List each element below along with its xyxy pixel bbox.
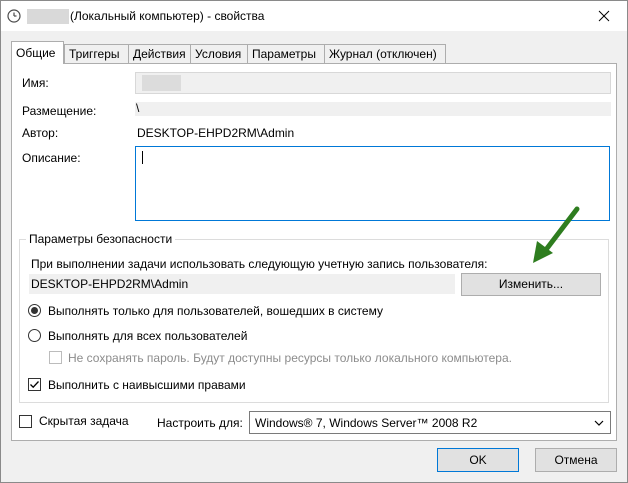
title-bar: (Локальный компьютер) - свойства	[1, 1, 627, 31]
location-field	[135, 102, 611, 116]
name-redacted	[142, 75, 181, 91]
green-arrow-icon	[533, 206, 580, 263]
close-button[interactable]	[581, 1, 627, 31]
change-user-button[interactable]: Изменить...	[461, 273, 601, 296]
tab-triggers[interactable]: Триггеры	[64, 44, 129, 63]
task-properties-window: (Локальный компьютер) - свойства Общие Т…	[0, 0, 628, 483]
account-value: DESKTOP-EHPD2RM\Admin	[31, 277, 189, 291]
author-label: Автор:	[22, 126, 59, 140]
hidden-task-checkbox[interactable]	[19, 415, 32, 428]
ok-button[interactable]: OK	[437, 448, 519, 472]
tab-history[interactable]: Журнал (отключен)	[324, 44, 446, 63]
configure-for-label: Настроить для:	[157, 416, 243, 430]
configure-for-select[interactable]: Windows® 7, Windows Server™ 2008 R2	[249, 411, 611, 434]
no-store-password-label: Не сохранять пароль. Будут доступны ресу…	[68, 351, 512, 365]
security-group-title: Параметры безопасности	[26, 232, 176, 246]
task-name-redacted	[27, 9, 69, 24]
checkmark-icon	[30, 381, 39, 389]
hidden-task-label: Скрытая задача	[39, 414, 129, 428]
description-label: Описание:	[22, 151, 81, 165]
highest-privileges-label: Выполнить с наивысшими правами	[48, 378, 246, 392]
location-value: \	[136, 101, 140, 115]
radio-selected-dot	[31, 307, 38, 314]
configure-for-value: Windows® 7, Windows Server™ 2008 R2	[255, 416, 478, 430]
radio-logged-on-label: Выполнять только для пользователей, воше…	[48, 304, 383, 318]
radio-all-users[interactable]	[28, 329, 41, 342]
chevron-down-icon	[594, 420, 604, 426]
name-label: Имя:	[22, 76, 49, 90]
close-icon	[598, 10, 610, 22]
window-title: (Локальный компьютер) - свойства	[70, 9, 265, 23]
tab-general[interactable]: Общие	[11, 41, 64, 64]
highest-privileges-checkbox[interactable]	[28, 378, 41, 391]
no-store-password-checkbox[interactable]	[49, 351, 62, 364]
text-caret	[142, 151, 143, 164]
cancel-button[interactable]: Отмена	[535, 448, 617, 472]
author-value: DESKTOP-EHPD2RM\Admin	[137, 126, 295, 140]
name-field[interactable]	[135, 72, 611, 94]
tab-actions[interactable]: Действия	[128, 44, 191, 63]
tab-settings[interactable]: Параметры	[247, 44, 325, 63]
location-label: Размещение:	[22, 104, 97, 118]
tab-conditions[interactable]: Условия	[190, 44, 248, 63]
radio-logged-on[interactable]	[28, 304, 41, 317]
run-as-text: При выполнении задачи использовать следу…	[31, 257, 488, 271]
clock-icon	[7, 9, 21, 23]
radio-all-users-label: Выполнять для всех пользователей	[48, 329, 248, 343]
